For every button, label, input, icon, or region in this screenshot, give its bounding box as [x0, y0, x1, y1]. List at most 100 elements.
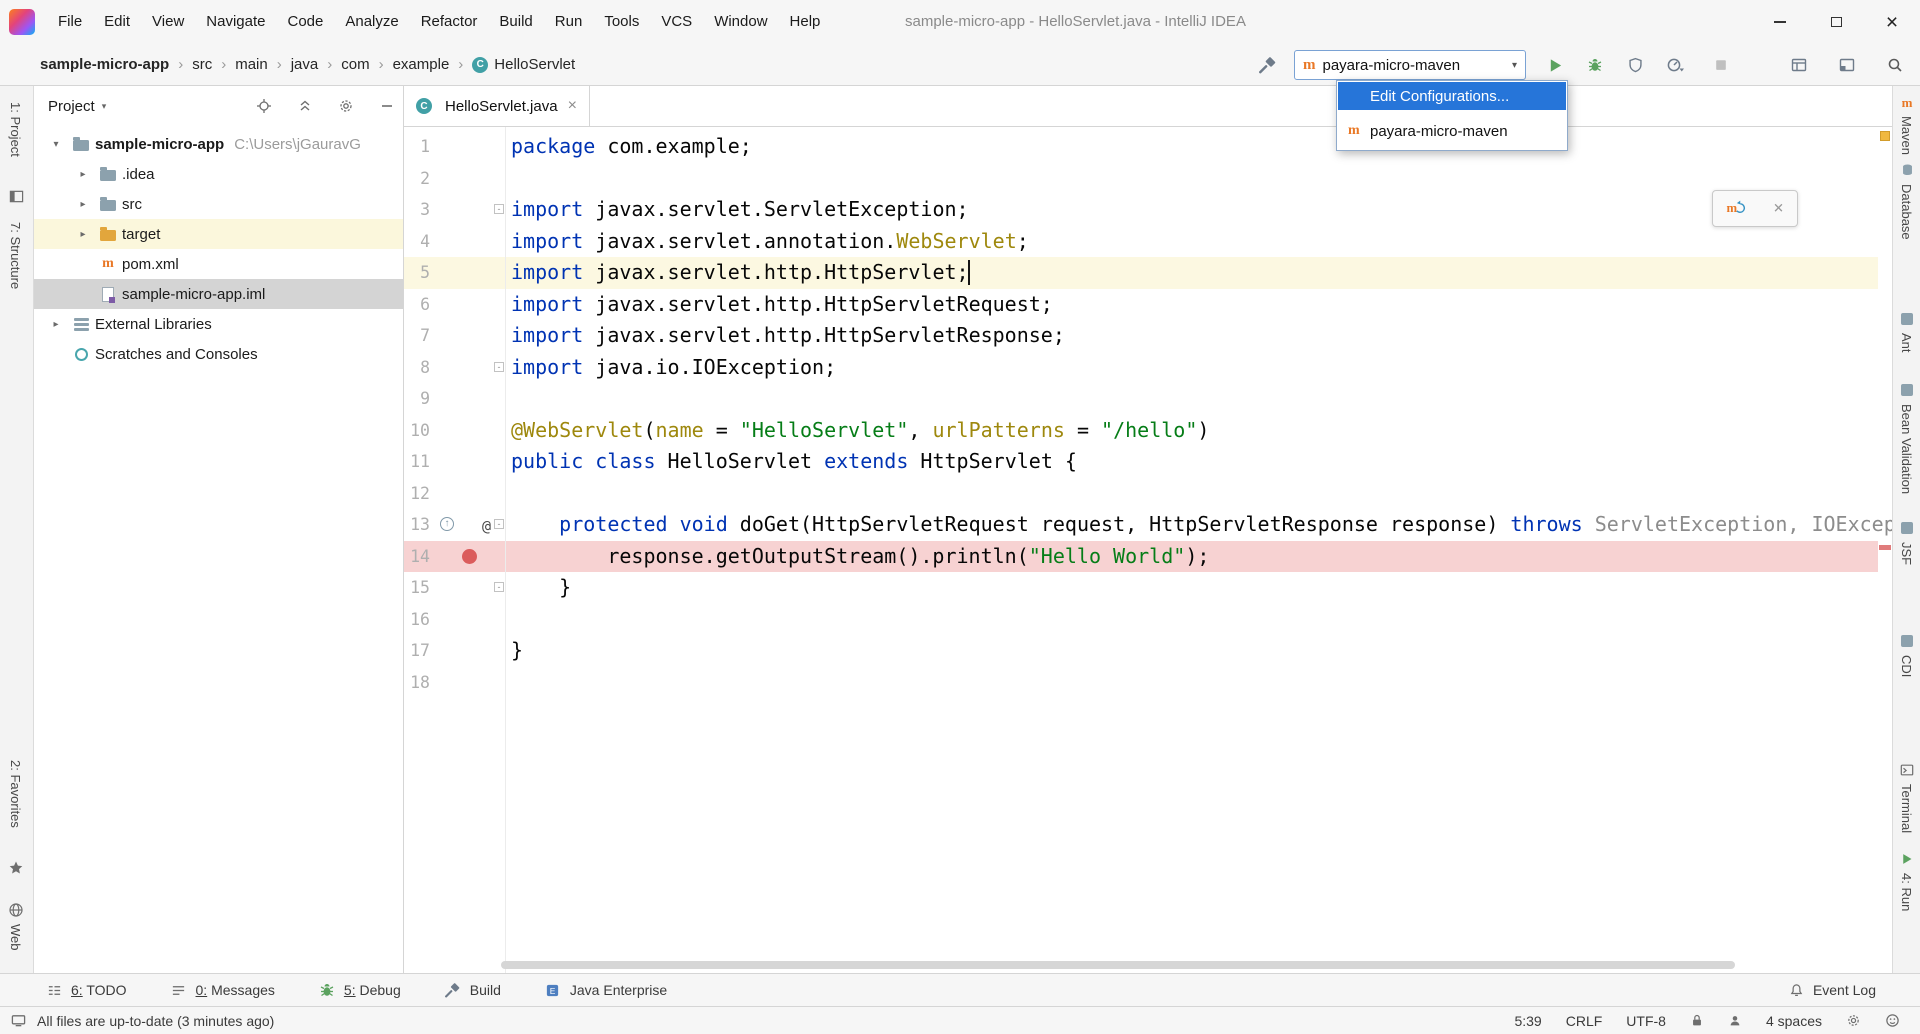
collapse-all-icon[interactable]	[296, 98, 313, 115]
line-number[interactable]: 11	[404, 446, 430, 478]
stripe-button-maven[interactable]: Maven	[1899, 116, 1914, 155]
menu-vcs[interactable]: VCS	[650, 0, 703, 44]
line-number[interactable]: 14	[404, 541, 430, 573]
code-text[interactable]: import javax.servlet.http.HttpServlet;	[404, 257, 1878, 289]
close-tab-icon[interactable]: ×	[568, 98, 577, 114]
code-text[interactable]: import java.io.IOException;	[404, 352, 1878, 384]
toolwindow-button-build[interactable]: Build	[445, 982, 501, 998]
project-structure-icon[interactable]	[1788, 54, 1810, 76]
breadcrumb-item[interactable]: main	[235, 56, 268, 73]
fold-marker-icon[interactable]: -	[494, 582, 504, 592]
fold-marker-icon[interactable]: -	[494, 204, 504, 214]
ant-icon[interactable]	[1899, 311, 1915, 327]
code-text[interactable]: }	[404, 635, 1878, 667]
tree-arrow-icon[interactable]: ▸	[70, 229, 96, 240]
hide-icon[interactable]	[378, 98, 395, 115]
horizontal-scrollbar[interactable]	[501, 961, 1735, 969]
tree-row[interactable]: Scratches and Consoles	[34, 339, 403, 369]
tree-arrow-icon[interactable]: ▸	[70, 169, 96, 180]
menu-view[interactable]: View	[141, 0, 195, 44]
code-line[interactable]: 9	[404, 383, 1878, 415]
chevron-down-icon[interactable]: ▾	[102, 101, 107, 112]
code-line[interactable]: 5import javax.servlet.http.HttpServlet;	[404, 257, 1878, 289]
line-number[interactable]: 6	[404, 289, 430, 321]
code-line[interactable]: 13↑@- protected void doGet(HttpServletRe…	[404, 509, 1878, 541]
fold-marker-icon[interactable]: -	[494, 362, 504, 372]
tree-row[interactable]: ▾sample-micro-appC:\Users\jGauravG	[34, 129, 403, 159]
line-number[interactable]: 7	[404, 320, 430, 352]
code-line[interactable]: 15 - }	[404, 572, 1878, 604]
locate-icon[interactable]	[255, 98, 272, 115]
line-number[interactable]: 17	[404, 635, 430, 667]
status-utf-8[interactable]: UTF-8	[1626, 1013, 1666, 1029]
dismiss-icon[interactable]: ×	[1773, 200, 1783, 217]
line-number[interactable]: 4	[404, 226, 430, 258]
menu-file[interactable]: File	[47, 0, 93, 44]
cdi-icon[interactable]	[1899, 633, 1915, 649]
line-number[interactable]: 18	[404, 667, 430, 699]
terminal-icon[interactable]	[1899, 762, 1915, 778]
globe-icon[interactable]	[8, 902, 24, 918]
menu-window[interactable]: Window	[703, 0, 778, 44]
dropdown-item[interactable]: mpayara-micro-maven	[1338, 117, 1566, 145]
code-line[interactable]: 17}	[404, 635, 1878, 667]
line-number[interactable]: 13	[404, 509, 430, 541]
debug-icon[interactable]	[1584, 54, 1606, 76]
star-icon[interactable]	[8, 860, 24, 876]
profiler-icon[interactable]	[1664, 54, 1686, 76]
line-number[interactable]: 12	[404, 478, 430, 510]
menu-code[interactable]: Code	[276, 0, 334, 44]
tree-row[interactable]: ▸src	[34, 189, 403, 219]
event-log-button[interactable]: Event Log	[1789, 982, 1876, 998]
code-text[interactable]: import javax.servlet.ServletException;	[404, 194, 1878, 226]
tree-row[interactable]: mpom.xml	[34, 249, 403, 279]
code-line[interactable]: 6import javax.servlet.http.HttpServletRe…	[404, 289, 1878, 321]
line-number[interactable]: 15	[404, 572, 430, 604]
code-text[interactable]: public class HelloServlet extends HttpSe…	[404, 446, 1878, 478]
breadcrumb-item[interactable]: CHelloServlet	[472, 56, 575, 73]
code-line[interactable]: 11public class HelloServlet extends Http…	[404, 446, 1878, 478]
gear-icon[interactable]	[1846, 1013, 1861, 1028]
code-line[interactable]: 16	[404, 604, 1878, 636]
code-line[interactable]: 3 -import javax.servlet.ServletException;	[404, 194, 1878, 226]
code-line[interactable]: 18	[404, 667, 1878, 699]
user-icon[interactable]	[1728, 1014, 1742, 1028]
stripe-button-jsf[interactable]: JSF	[1899, 542, 1914, 565]
pane-icon[interactable]	[8, 188, 24, 204]
line-number[interactable]: 2	[404, 163, 430, 195]
override-method-icon[interactable]: ↑	[440, 517, 454, 531]
stripe-button-web[interactable]: Web	[8, 924, 23, 951]
code-line[interactable]: 10@WebServlet(name = "HelloServlet", url…	[404, 415, 1878, 447]
toolwindow-button-5-debug[interactable]: 5: Debug	[319, 982, 401, 998]
code-editor[interactable]: 1package com.example;23-import javax.ser…	[404, 127, 1892, 973]
run-icon[interactable]	[1544, 54, 1566, 76]
line-number[interactable]: 16	[404, 604, 430, 636]
dropdown-item[interactable]: Edit Configurations...	[1338, 82, 1566, 110]
code-text[interactable]: @WebServlet(name = "HelloServlet", urlPa…	[404, 415, 1878, 447]
code-text[interactable]: package com.example;	[404, 131, 1878, 163]
coverage-icon[interactable]	[1624, 54, 1646, 76]
breadcrumb-item[interactable]: java	[291, 56, 319, 73]
toolwindow-toggle-icon[interactable]	[10, 1012, 27, 1029]
tab-helloservlet[interactable]: C HelloServlet.java ×	[404, 86, 590, 126]
stripe-button--project[interactable]: 1: Project	[8, 102, 23, 157]
code-text[interactable]: }	[404, 572, 1878, 604]
toolwindow-button-java-enterprise[interactable]: EJava Enterprise	[545, 982, 667, 998]
maven-reimport-icon[interactable]: m	[1726, 197, 1746, 221]
status-crlf[interactable]: CRLF	[1566, 1013, 1603, 1029]
status-4-spaces[interactable]: 4 spaces	[1766, 1013, 1822, 1029]
line-number[interactable]: 3	[404, 194, 430, 226]
breadcrumb-item[interactable]: sample-micro-app	[40, 56, 169, 73]
tree-arrow-icon[interactable]: ▸	[43, 319, 69, 330]
tree-arrow-icon[interactable]: ▾	[43, 139, 69, 150]
code-line[interactable]: 1package com.example;	[404, 131, 1878, 163]
stripe-button--structure[interactable]: 7: Structure	[8, 222, 23, 289]
code-text[interactable]: response.getOutputStream().println("Hell…	[404, 541, 1878, 573]
stripe-button-terminal[interactable]: Terminal	[1899, 784, 1914, 833]
code-line[interactable]: 7import javax.servlet.http.HttpServletRe…	[404, 320, 1878, 352]
tree-row[interactable]: ▸target	[34, 219, 403, 249]
stripe-button--favorites[interactable]: 2: Favorites	[8, 760, 23, 828]
breakpoint-stripe-marker[interactable]	[1879, 545, 1891, 550]
tree-row[interactable]: ▸External Libraries	[34, 309, 403, 339]
stripe-button-ant[interactable]: Ant	[1899, 333, 1914, 353]
